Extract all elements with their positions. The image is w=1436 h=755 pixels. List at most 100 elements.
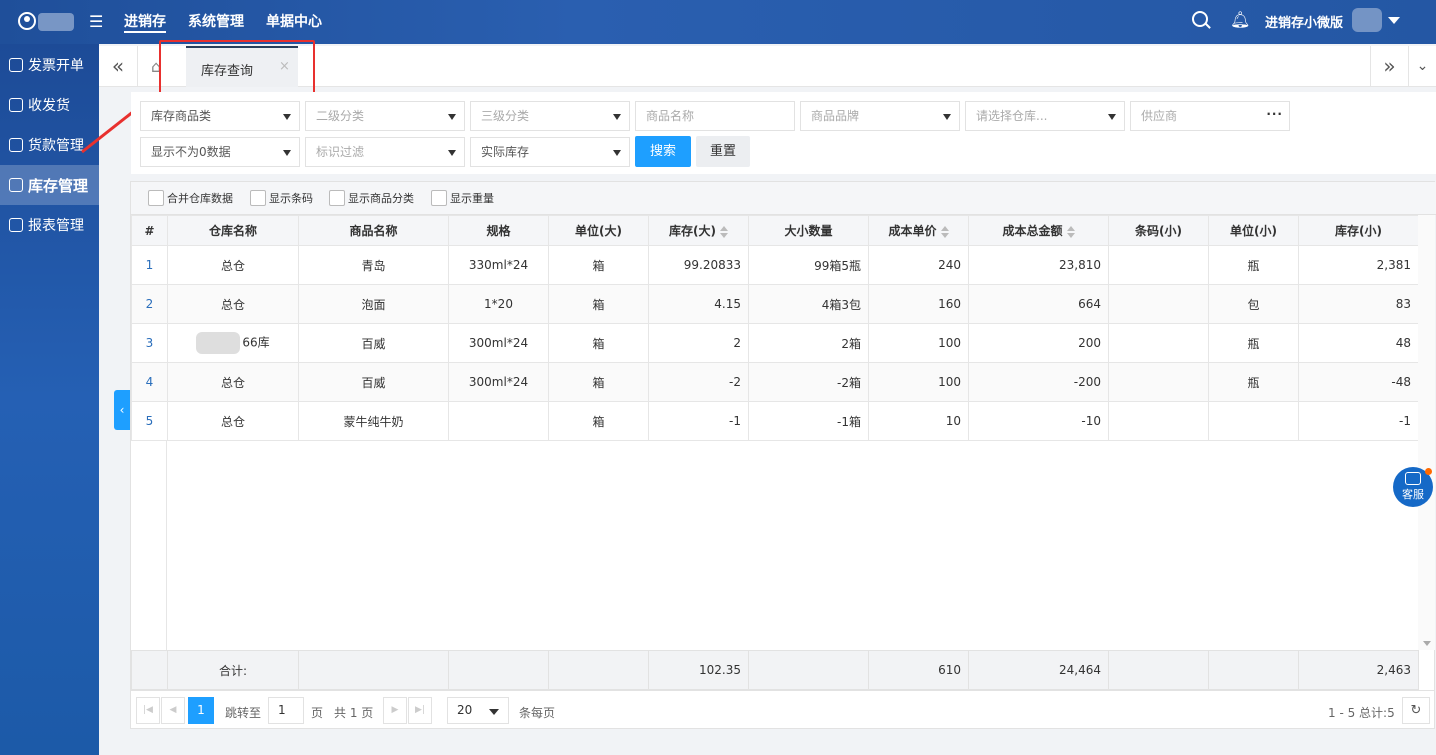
current-page[interactable]: 1 [188,697,214,724]
unit-small-cell: 包 [1208,284,1299,324]
col-qty: 大小数量 [748,215,869,246]
row-link[interactable]: 4 [146,375,154,389]
sidebar-item-label: 发票开单 [28,58,84,74]
checkbox-box[interactable] [431,190,447,206]
col-total-cost[interactable]: 成本总金额 [968,215,1109,246]
more-icon[interactable]: ··· [1266,100,1283,128]
footer-cell [1208,650,1299,690]
jump-page-input[interactable]: 1 [268,697,304,724]
menu-toggle-icon[interactable]: ☰ [89,13,107,31]
user-icon[interactable] [18,12,36,30]
show-weight-checkbox[interactable]: 显示重量 [431,190,494,206]
sidebar-item-reports[interactable]: 报表管理 [0,205,99,245]
row-link[interactable]: 1 [146,258,154,272]
vertical-scrollbar[interactable] [1418,215,1435,650]
total-cost-cell: -10 [968,401,1109,441]
row-index[interactable]: 2 [131,284,168,324]
unit-big-cell: 箱 [548,284,649,324]
supplier-input[interactable]: 供应商 ··· [1130,101,1290,131]
spec-cell: 300ml*24 [448,323,549,363]
refresh-icon[interactable]: ↻ [1402,697,1430,724]
product-name-input[interactable]: 商品名称 [635,101,795,131]
table-row[interactable]: 2 总仓 泡面 1*20 箱 4.15 4箱3包 160 664 包 83 [131,284,1419,324]
category1-select[interactable]: 库存商品类 [140,101,300,131]
show-category-checkbox[interactable]: 显示商品分类 [329,190,414,206]
nav-documents[interactable]: 单据中心 [266,11,322,33]
next-page-icon[interactable]: ▶ [383,697,407,724]
reset-button[interactable]: 重置 [696,136,750,167]
sidebar-item-invoice[interactable]: 发票开单 [0,45,99,85]
first-page-icon[interactable]: |◀ [136,697,160,724]
options-bar: 合并仓库数据 显示条码 显示商品分类 显示重量 [131,182,1436,215]
table-row[interactable]: 3 66库 百威 300ml*24 箱 2 2箱 100 200 瓶 48 [131,323,1419,363]
stock-type-select[interactable]: 实际库存 [470,137,630,167]
page-unit: 页 [311,706,324,720]
account-name[interactable]: 进销存小微版 [1265,12,1343,31]
stock-big-cell: 99.20833 [648,245,749,285]
scroll-down-icon[interactable] [1423,641,1431,646]
checkbox-box[interactable] [148,190,164,206]
table-row[interactable]: 5 总仓 蒙牛纯牛奶箱 -1 -1箱 10 -10 -1 [131,401,1419,441]
row-link[interactable]: 3 [146,336,154,350]
category2-select[interactable]: 二级分类 [305,101,465,131]
total-cost-cell: 664 [968,284,1109,324]
checkbox-box[interactable] [250,190,266,206]
service-label: 客服 [1402,488,1424,501]
select-placeholder: 请选择仓库... [976,109,1048,123]
warehouse-cell: 66库 [167,323,299,363]
merge-warehouse-checkbox[interactable]: 合并仓库数据 [148,190,233,206]
spec-cell: 330ml*24 [448,245,549,285]
avatar[interactable] [1352,8,1382,32]
caret-down-icon [283,150,291,156]
show-barcode-checkbox[interactable]: 显示条码 [250,190,313,206]
col-stock-big[interactable]: 库存(大) [648,215,749,246]
column-divider [166,440,167,650]
total-stock-big: 102.35 [648,650,749,690]
tabs-scroll-left-icon[interactable]: « [99,46,138,87]
row-link[interactable]: 5 [146,414,154,428]
nav-inventory[interactable]: 进销存 [124,11,166,33]
row-index[interactable]: 3 [131,323,168,363]
product-cell: 百威 [298,362,449,402]
sort-icon[interactable] [719,225,728,238]
chevron-down-icon[interactable] [1388,17,1400,24]
row-index[interactable]: 1 [131,245,168,285]
barcode-cell [1108,284,1209,324]
unit-big-cell: 箱 [548,362,649,402]
warehouse-select[interactable]: 请选择仓库... [965,101,1125,131]
sort-icon[interactable] [940,225,949,238]
warehouse-cell: 总仓 [167,362,299,402]
bell-icon[interactable]: 🔔︎ [1230,10,1250,29]
barcode-cell [1108,245,1209,285]
table-row[interactable]: 1 总仓 青岛 330ml*24 箱 99.20833 99箱5瓶 240 23,810 瓶 2,3… [131,245,1419,285]
last-page-icon[interactable]: ▶| [408,697,432,724]
row-index[interactable]: 4 [131,362,168,402]
category3-select[interactable]: 三级分类 [470,101,630,131]
collapse-filter-icon[interactable]: ‹ [114,390,130,430]
checkbox-box[interactable] [329,190,345,206]
money-icon [9,138,23,152]
page-size-select[interactable]: 20 [447,697,509,724]
tag-filter-select[interactable]: 标识过滤 [305,137,465,167]
row-index[interactable]: 5 [131,401,168,441]
table-row[interactable]: 4 总仓 百威 300ml*24 箱 -2 -2箱 100 -200 瓶 -48 [131,362,1419,402]
col-unit-cost[interactable]: 成本单价 [868,215,969,246]
tabs-scroll-right-icon[interactable]: » [1370,46,1408,87]
total-cost: 24,464 [968,650,1109,690]
search-icon[interactable] [1192,11,1208,27]
sort-icon[interactable] [1066,225,1075,238]
sidebar-item-inventory[interactable]: 库存管理 [0,165,99,205]
row-link[interactable]: 2 [146,297,154,311]
nav-system[interactable]: 系统管理 [188,11,244,33]
select-placeholder: 标识过滤 [316,145,365,159]
search-button[interactable]: 搜索 [635,136,691,167]
col-unit-small: 单位(小) [1208,215,1299,246]
prev-page-icon[interactable]: ◀ [161,697,185,724]
brand-select[interactable]: 商品品牌 [800,101,960,131]
chevron-down-icon[interactable]: ⌄ [1408,46,1436,87]
col-spec: 规格 [448,215,549,246]
col-stock-small: 库存(小) [1298,215,1419,246]
customer-service-button[interactable]: 客服 [1393,467,1433,507]
nonzero-select[interactable]: 显示不为0数据 [140,137,300,167]
caret-down-icon [448,150,456,156]
